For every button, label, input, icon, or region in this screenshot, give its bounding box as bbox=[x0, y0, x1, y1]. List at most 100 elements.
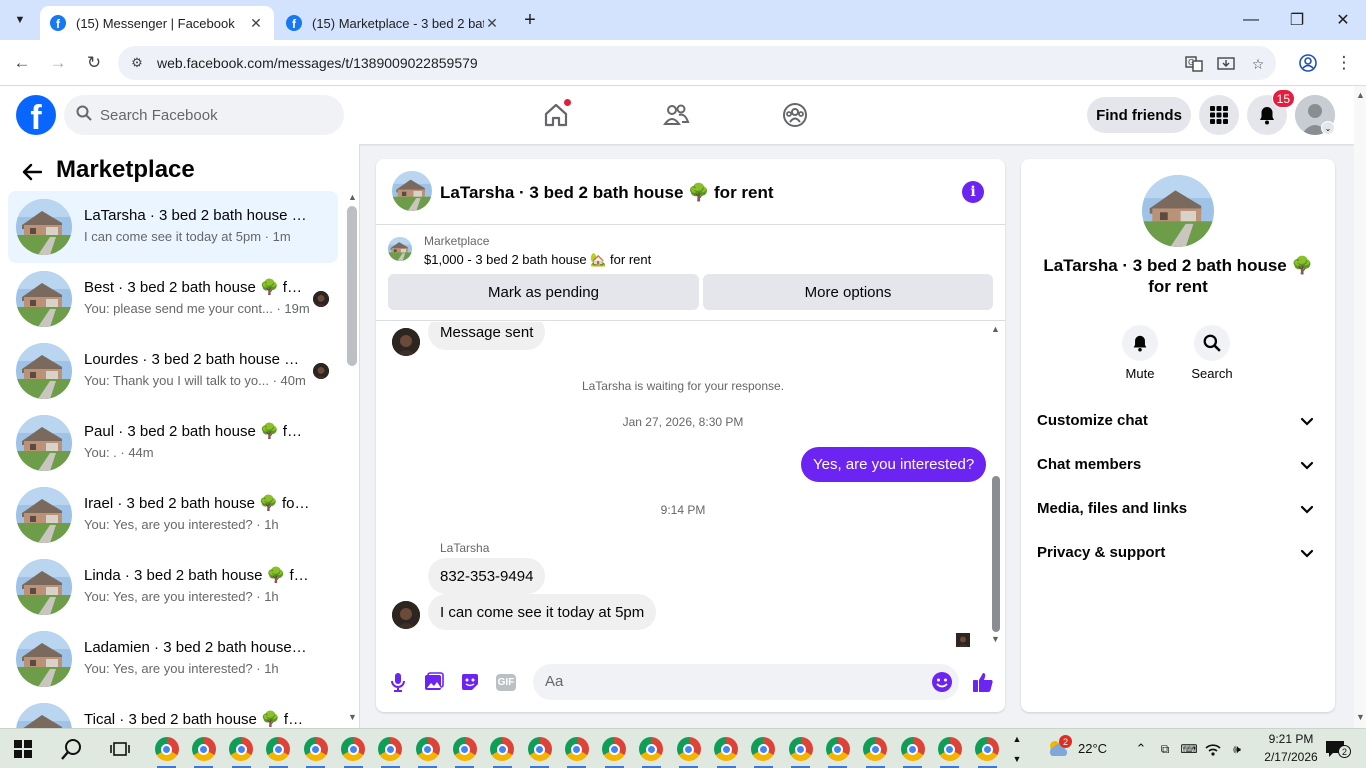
sender-avatar[interactable] bbox=[392, 328, 420, 356]
address-bar[interactable]: ⚙ web.facebook.com/messages/t/1389009022… bbox=[118, 46, 1276, 80]
window-close-icon[interactable]: ✕ bbox=[1320, 0, 1366, 40]
restore-icon[interactable]: ❐ bbox=[1274, 0, 1320, 40]
chrome-taskbar-icon[interactable] bbox=[969, 729, 1006, 768]
search-icon[interactable] bbox=[53, 729, 90, 768]
search-input[interactable] bbox=[100, 106, 320, 124]
info-section-row[interactable]: Media, files and links bbox=[1029, 487, 1327, 531]
chat-title[interactable]: LaTarsha · 3 bed 2 bath house 🌳 for rent bbox=[440, 183, 774, 203]
chrome-profile-icon[interactable] bbox=[1294, 49, 1322, 77]
notification-center-icon[interactable]: 2 bbox=[1324, 739, 1351, 759]
tab-search-chevron-icon[interactable]: ▼ bbox=[8, 8, 32, 32]
chrome-taskbar-icon[interactable] bbox=[894, 729, 931, 768]
info-section-row[interactable]: Chat members bbox=[1029, 443, 1327, 487]
sticker-icon[interactable] bbox=[458, 670, 482, 694]
search-in-conversation-button[interactable]: Search bbox=[1182, 325, 1242, 381]
chrome-taskbar-icon[interactable] bbox=[260, 729, 297, 768]
conversation-item[interactable]: Lourdes · 3 bed 2 bath house 🌳 for rent Y… bbox=[8, 335, 338, 407]
message-bubble-outgoing[interactable]: Yes, are you interested? bbox=[801, 447, 987, 482]
scrollbar[interactable]: ▲ ▼ bbox=[990, 322, 1002, 652]
chrome-taskbar-icon[interactable] bbox=[819, 729, 856, 768]
mute-button[interactable]: Mute bbox=[1110, 325, 1170, 381]
bookmark-star-icon[interactable]: ☆ bbox=[1248, 54, 1268, 74]
groups-icon[interactable] bbox=[779, 100, 811, 130]
chrome-taskbar-icon[interactable] bbox=[148, 729, 185, 768]
emoji-icon[interactable] bbox=[931, 671, 953, 693]
notifications-bell-icon[interactable]: 15 bbox=[1247, 89, 1295, 135]
conversation-avatar[interactable] bbox=[392, 171, 432, 211]
scroll-down-arrow-icon[interactable]: ▼ bbox=[991, 634, 1000, 644]
site-info-icon[interactable]: ⚙ bbox=[128, 54, 146, 72]
chrome-taskbar-icon[interactable] bbox=[708, 729, 745, 768]
gif-icon[interactable]: GIF bbox=[494, 670, 518, 694]
back-arrow-icon[interactable]: ← bbox=[8, 49, 36, 77]
clock-time[interactable]: 9:21 PM bbox=[1260, 732, 1322, 746]
conversation-item[interactable]: Paul · 3 bed 2 bath house 🌳 for rent You:… bbox=[8, 407, 338, 479]
facebook-search[interactable] bbox=[64, 95, 344, 135]
scroll-up-arrow-icon[interactable]: ▲ bbox=[348, 192, 357, 202]
chrome-taskbar-icon[interactable] bbox=[521, 729, 558, 768]
message-input[interactable] bbox=[545, 673, 905, 690]
chrome-taskbar-icon[interactable] bbox=[223, 729, 260, 768]
browser-menu-icon[interactable]: ⋮ bbox=[1330, 49, 1358, 77]
translate-icon[interactable]: G bbox=[1184, 54, 1204, 74]
find-friends-button[interactable]: Find friends bbox=[1087, 97, 1191, 133]
network-icon[interactable] bbox=[1204, 741, 1222, 757]
volume-icon[interactable]: 🕪 bbox=[1228, 741, 1246, 757]
chrome-taskbar-icon[interactable] bbox=[931, 729, 968, 768]
close-icon[interactable]: ✕ bbox=[484, 15, 500, 31]
photo-icon[interactable] bbox=[422, 670, 446, 694]
conversation-item[interactable]: Ladamien · 3 bed 2 bath house 🌳 for rent… bbox=[8, 623, 338, 695]
scroll-down-arrow-icon[interactable]: ▼ bbox=[1356, 712, 1365, 722]
new-tab-plus-icon[interactable]: + bbox=[520, 8, 540, 32]
task-view-icon[interactable] bbox=[101, 729, 138, 768]
chrome-taskbar-icon[interactable] bbox=[558, 729, 595, 768]
message-bubble-incoming[interactable]: I can come see it today at 5pm bbox=[428, 594, 657, 630]
chrome-taskbar-icon[interactable] bbox=[335, 729, 372, 768]
chevron-down-icon[interactable]: ⌄ bbox=[1321, 121, 1335, 135]
info-icon[interactable]: i bbox=[962, 181, 984, 203]
conversation-item[interactable]: Best · 3 bed 2 bath house 🌳 for rent You:… bbox=[8, 263, 338, 335]
chrome-taskbar-icon[interactable] bbox=[782, 729, 819, 768]
chrome-taskbar-icon[interactable] bbox=[297, 729, 334, 768]
device-icon[interactable]: ⧉ bbox=[1156, 741, 1174, 757]
clock-date[interactable]: 2/17/2026 bbox=[1256, 750, 1326, 764]
chrome-taskbar-icon[interactable] bbox=[484, 729, 521, 768]
message-bubble-incoming[interactable]: 832-353-9494 bbox=[428, 558, 546, 594]
listing-description[interactable]: $1,000 - 3 bed 2 bath house 🏡 for rent bbox=[424, 252, 651, 268]
back-arrow-icon[interactable] bbox=[20, 160, 44, 184]
conversation-avatar[interactable] bbox=[1142, 175, 1214, 247]
friends-icon[interactable] bbox=[660, 100, 692, 130]
microphone-icon[interactable] bbox=[386, 670, 410, 694]
sender-avatar[interactable] bbox=[392, 601, 420, 629]
tray-up-chevron-icon[interactable]: ▲ bbox=[1008, 731, 1026, 747]
chrome-taskbar-icon[interactable] bbox=[446, 729, 483, 768]
temperature[interactable]: 22°C bbox=[1078, 741, 1107, 756]
scrollbar-thumb[interactable] bbox=[347, 206, 357, 366]
more-options-button[interactable]: More options bbox=[703, 274, 993, 310]
chrome-taskbar-icon[interactable] bbox=[670, 729, 707, 768]
chrome-taskbar-icon[interactable] bbox=[185, 729, 222, 768]
info-section-row[interactable]: Customize chat bbox=[1029, 399, 1327, 443]
scrollbar[interactable]: ▲ ▼ bbox=[347, 192, 357, 722]
page-scrollbar[interactable]: ▲ ▼ bbox=[1354, 86, 1366, 728]
menu-grid-icon[interactable] bbox=[1199, 95, 1239, 135]
chrome-taskbar-icon[interactable] bbox=[372, 729, 409, 768]
scroll-down-arrow-icon[interactable]: ▼ bbox=[348, 712, 357, 722]
info-section-row[interactable]: Privacy & support bbox=[1029, 531, 1327, 575]
scrollbar-thumb[interactable] bbox=[992, 476, 1000, 632]
minimize-icon[interactable]: — bbox=[1228, 0, 1274, 40]
chrome-taskbar-icon[interactable] bbox=[745, 729, 782, 768]
scroll-up-arrow-icon[interactable]: ▲ bbox=[1356, 90, 1365, 100]
home-icon[interactable] bbox=[540, 98, 572, 130]
message-bubble-incoming[interactable]: Message sent bbox=[428, 322, 546, 350]
url-text[interactable]: web.facebook.com/messages/t/138900902285… bbox=[157, 55, 478, 71]
facebook-logo-icon[interactable]: f bbox=[16, 95, 56, 135]
conversation-item[interactable]: Irael · 3 bed 2 bath house 🌳 for rent You… bbox=[8, 479, 338, 551]
chrome-taskbar-icon[interactable] bbox=[409, 729, 446, 768]
tab-marketplace[interactable]: f (15) Marketplace - 3 bed 2 bath ✕ bbox=[276, 6, 510, 40]
tray-down-chevron-icon[interactable]: ▼ bbox=[1008, 751, 1026, 767]
reload-icon[interactable]: ↻ bbox=[80, 49, 108, 77]
conversation-item[interactable]: Linda · 3 bed 2 bath house 🌳 for rent You… bbox=[8, 551, 338, 623]
input-method-icon[interactable]: ⌨ bbox=[1180, 741, 1198, 757]
scroll-up-arrow-icon[interactable]: ▲ bbox=[991, 324, 1000, 334]
